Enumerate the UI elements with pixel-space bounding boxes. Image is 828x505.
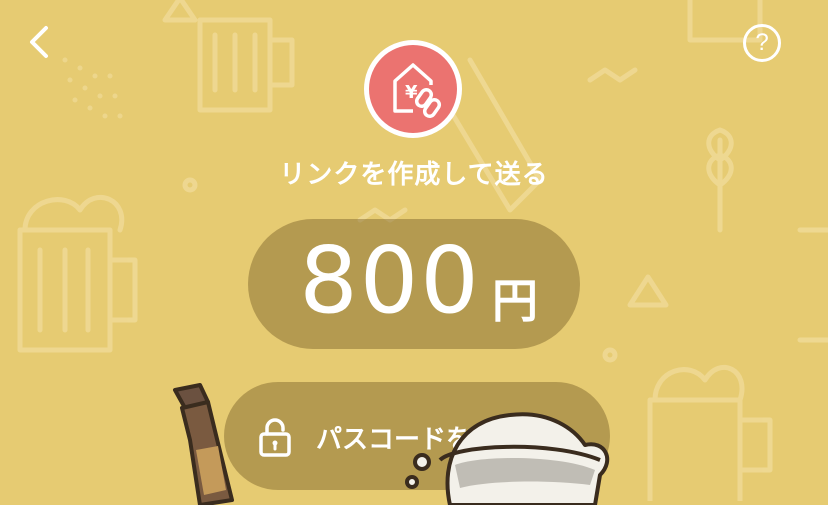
amount-value: 800 bbox=[299, 227, 481, 334]
amount-unit: 円 bbox=[492, 274, 538, 328]
lock-icon bbox=[259, 418, 291, 457]
beer-bottle-illustration bbox=[173, 383, 234, 505]
mascot-illustration bbox=[405, 412, 610, 505]
back-chevron-icon[interactable] bbox=[20, 20, 60, 64]
page-title: リンクを作成して送る bbox=[279, 160, 549, 190]
house-yen-link-icon: ¥ bbox=[393, 63, 442, 119]
help-button[interactable]: ? bbox=[743, 24, 781, 62]
link-badge: ¥ bbox=[364, 40, 462, 138]
